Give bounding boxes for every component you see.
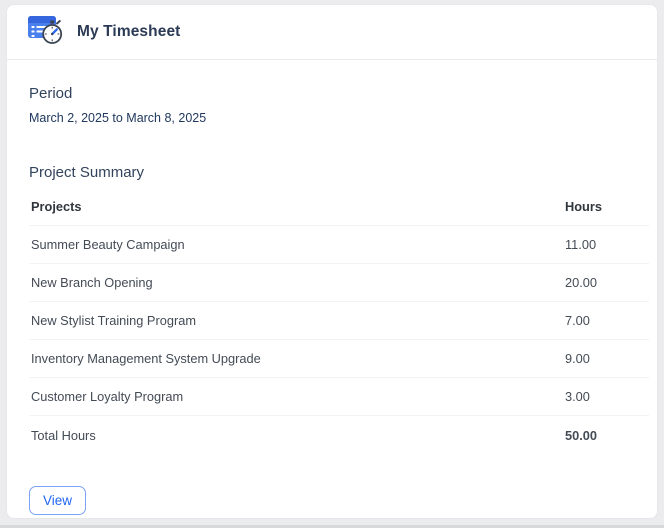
summary-heading: Project Summary	[29, 164, 145, 181]
project-cell: New Branch Opening	[29, 263, 563, 302]
card-body: Period March 2, 2025 to March 8, 2025 Pr…	[7, 60, 657, 515]
timesheet-card: My Timesheet Period March 2, 2025 to Mar…	[6, 4, 658, 519]
table-row: Summer Beauty Campaign 11.00	[29, 225, 649, 264]
card-header: My Timesheet	[7, 5, 657, 60]
table-row: Customer Loyalty Program 3.00	[29, 377, 649, 416]
total-hours-value: 50.00	[563, 415, 649, 455]
hours-cell: 9.00	[563, 339, 649, 378]
summary-table: Projects Hours Summer Beauty Campaign 11…	[29, 188, 649, 455]
timesheet-icon	[27, 13, 67, 52]
project-cell: Customer Loyalty Program	[29, 377, 563, 416]
table-row: New Branch Opening 20.00	[29, 263, 649, 302]
table-row: Inventory Management System Upgrade 9.00	[29, 339, 649, 378]
period-heading: Period	[29, 85, 73, 102]
column-header-hours: Hours	[563, 188, 649, 226]
hours-cell: 3.00	[563, 377, 649, 416]
total-label: Total Hours	[29, 415, 563, 455]
hours-cell: 11.00	[563, 225, 649, 264]
project-cell: New Stylist Training Program	[29, 301, 563, 340]
project-cell: Inventory Management System Upgrade	[29, 339, 563, 378]
hours-cell: 20.00	[563, 263, 649, 302]
project-cell: Summer Beauty Campaign	[29, 225, 563, 264]
total-row: Total Hours 50.00	[29, 415, 649, 455]
page-title: My Timesheet	[77, 23, 181, 40]
section-project-summary: Project Summary Projects Hours Summer Be…	[29, 164, 649, 455]
section-period: Period March 2, 2025 to March 8, 2025	[29, 85, 635, 125]
hours-cell: 7.00	[563, 301, 649, 340]
period-range: March 2, 2025 to March 8, 2025	[29, 111, 207, 125]
table-row: New Stylist Training Program 7.00	[29, 301, 649, 340]
table-header-row: Projects Hours	[29, 188, 649, 226]
column-header-projects: Projects	[29, 188, 563, 226]
view-button[interactable]: View	[29, 486, 87, 515]
